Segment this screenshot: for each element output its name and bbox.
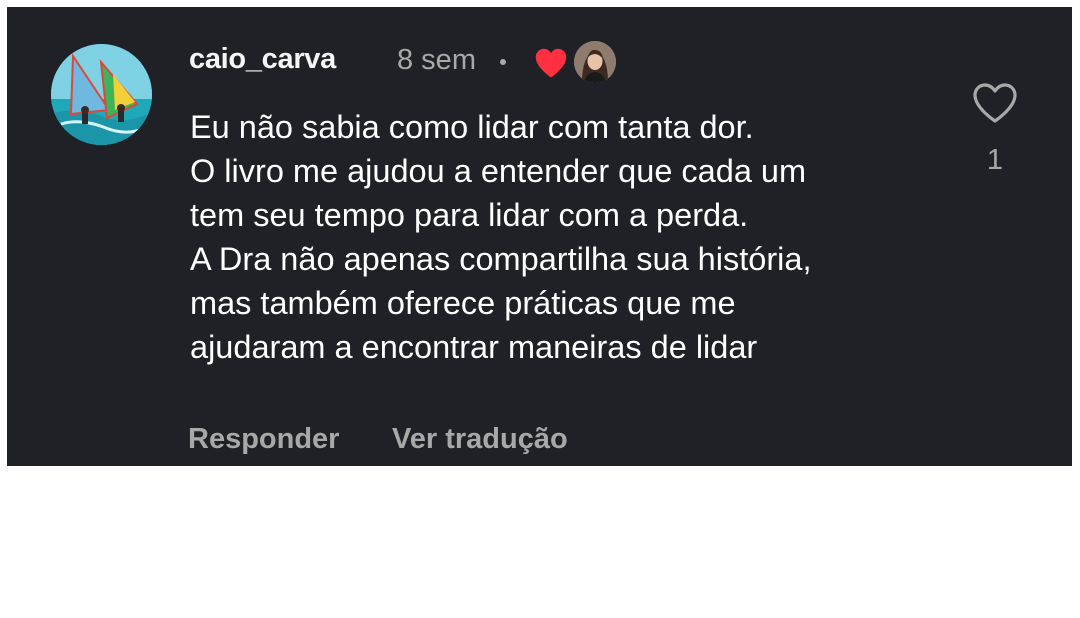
comment-line: tem seu tempo para lidar com a perda. — [190, 197, 749, 233]
comment-line: A Dra não apenas compartilha sua históri… — [190, 241, 812, 277]
separator-dot — [500, 59, 506, 65]
author-avatar — [574, 41, 616, 83]
author-liked-heart-icon — [535, 48, 567, 78]
reply-button[interactable]: Responder — [188, 423, 339, 456]
see-translation-button[interactable]: Ver tradução — [392, 423, 568, 456]
comment-text: Eu não sabia como lidar com tanta dor. O… — [190, 105, 960, 369]
comment-line: Eu não sabia como lidar com tanta dor. — [190, 109, 754, 145]
user-avatar[interactable] — [51, 44, 152, 145]
comment-line: O livro me ajudou a entender que cada um — [190, 153, 807, 189]
comment-card: caio_carva 8 sem Eu não sabia como lidar… — [7, 7, 1072, 466]
comment-line: mas também oferece práticas que me — [190, 285, 736, 321]
timestamp: 8 sem — [397, 44, 476, 76]
username[interactable]: caio_carva — [189, 43, 336, 76]
like-heart-icon[interactable] — [971, 81, 1019, 125]
comment-line: ajudaram a encontrar maneiras de lidar — [190, 329, 758, 365]
like-count: 1 — [986, 144, 1004, 176]
author-photo — [574, 41, 616, 83]
windsurf-photo — [51, 44, 152, 145]
